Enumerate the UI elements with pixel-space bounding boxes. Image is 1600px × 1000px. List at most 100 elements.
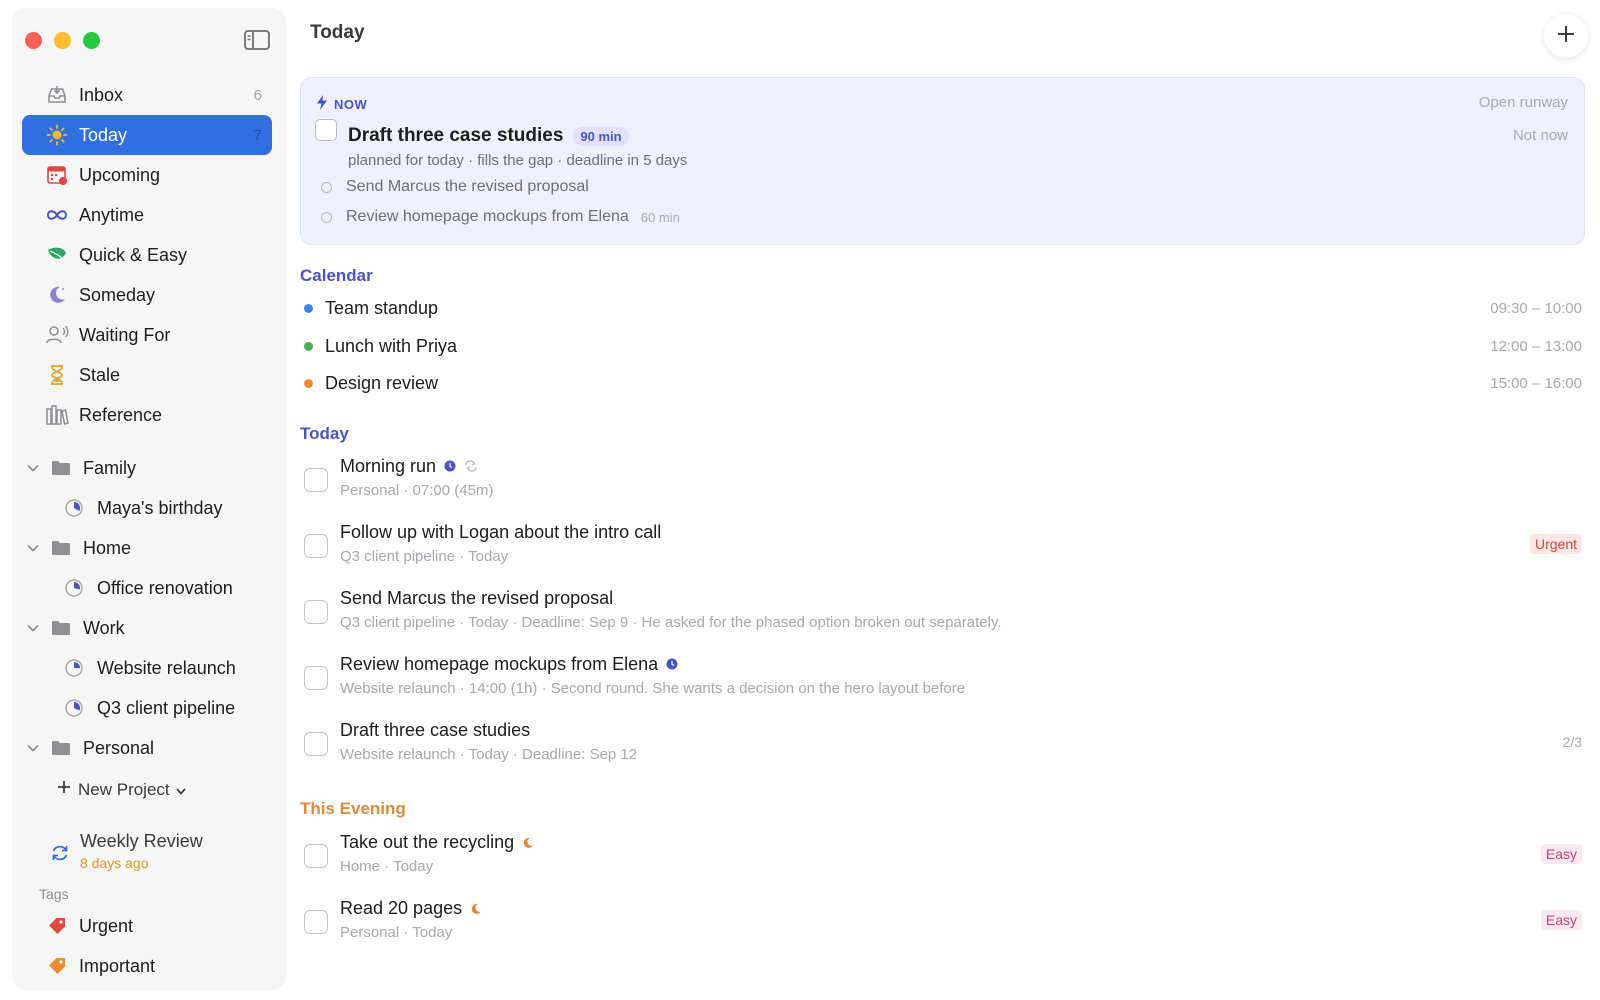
zoom-window-button[interactable]: [83, 32, 100, 49]
now-subtask[interactable]: Send Marcus the revised proposal: [321, 178, 589, 196]
now-task-meta: planned for today · fills the gap · dead…: [348, 152, 688, 169]
moon-icon: [44, 282, 70, 308]
hourglass-icon: [44, 362, 70, 388]
sidebar-item-label: Inbox: [79, 84, 124, 105]
now-task-title[interactable]: Draft three case studies 90 min: [348, 125, 629, 147]
task-row[interactable]: Take out the recycling Home · Today Easy: [304, 832, 1582, 892]
sidebar-toggle-icon[interactable]: [244, 30, 270, 50]
now-task-checkbox[interactable]: [315, 119, 337, 141]
sidebar-item-someday[interactable]: Someday: [22, 275, 272, 315]
project-office-renovation[interactable]: Office renovation: [22, 568, 272, 608]
folder-icon: [48, 460, 74, 476]
tags-list: Urgent Important: [22, 906, 272, 986]
event-color-dot: [304, 379, 313, 388]
project-label: Maya's birthday: [97, 497, 223, 518]
area-label: Personal: [83, 737, 155, 758]
project-website-relaunch[interactable]: Website relaunch: [22, 648, 272, 688]
close-window-button[interactable]: [25, 32, 42, 49]
chevron-down-icon[interactable]: [22, 744, 44, 752]
sidebar-item-label: Stale: [79, 364, 121, 385]
task-checkbox[interactable]: [304, 844, 328, 868]
task-row[interactable]: Follow up with Logan about the intro cal…: [304, 522, 1582, 582]
sun-icon: [44, 122, 70, 148]
task-title: Follow up with Logan about the intro cal…: [340, 522, 662, 542]
plus-icon: [56, 779, 72, 800]
area-home[interactable]: Home: [22, 528, 272, 568]
new-project-button[interactable]: New Project: [56, 779, 186, 800]
project-label: Q3 client pipeline: [97, 697, 236, 718]
books-icon: [44, 402, 70, 428]
progress-pie-icon: [62, 578, 86, 598]
sidebar-item-label: Anytime: [79, 204, 145, 225]
person-icon: [44, 322, 70, 348]
sidebar-item-today[interactable]: Today 7: [22, 115, 272, 155]
task-checkbox[interactable]: [304, 534, 328, 558]
chevron-down-icon[interactable]: [22, 544, 44, 552]
tag-important[interactable]: Important: [22, 946, 272, 986]
task-checkbox[interactable]: [304, 600, 328, 624]
chevron-down-icon[interactable]: [22, 624, 44, 632]
sidebar-nav: Inbox 6 Today 7 Upcoming Anytime Quick &…: [22, 75, 272, 435]
not-now-button[interactable]: Not now: [1513, 127, 1568, 144]
task-row[interactable]: Read 20 pages Personal · Today Easy: [304, 898, 1582, 958]
moon-icon: [470, 903, 482, 915]
event-label: Team standup: [325, 298, 439, 318]
tag-label: Important: [79, 955, 156, 976]
sidebar-item-stale[interactable]: Stale: [22, 355, 272, 395]
calendar-event[interactable]: Team standup 09:30 – 10:00: [304, 298, 1582, 319]
duration-pill: 90 min: [573, 126, 629, 146]
now-card: NOW Open runway Not now Draft three case…: [300, 77, 1585, 245]
area-personal[interactable]: Personal: [22, 728, 272, 768]
sidebar: Inbox 6 Today 7 Upcoming Anytime Quick &…: [12, 8, 286, 990]
sidebar-item-anytime[interactable]: Anytime: [22, 195, 272, 235]
now-subtask[interactable]: Review homepage mockups from Elena 60 mi…: [321, 208, 680, 226]
task-checkbox[interactable]: [304, 732, 328, 756]
calendar-heading: Calendar: [300, 266, 373, 285]
tag-icon: [44, 953, 70, 979]
easy-tag-badge: Easy: [1540, 910, 1582, 930]
progress-pie-icon: [62, 498, 86, 518]
task-meta: Personal · 07:00 (45m): [340, 482, 494, 499]
weekly-review-title: Weekly Review: [80, 831, 203, 851]
sidebar-item-upcoming[interactable]: Upcoming: [22, 155, 272, 195]
radio-dot[interactable]: [321, 211, 332, 223]
task-meta: Q3 client pipeline · Today: [340, 548, 509, 565]
area-family[interactable]: Family: [22, 448, 272, 488]
task-title: Draft three case studies: [340, 720, 531, 740]
task-row[interactable]: Morning run Personal · 07:00 (45m): [304, 456, 1582, 516]
weekly-review-item[interactable]: Weekly Review 8 days ago: [50, 831, 203, 871]
radio-dot[interactable]: [321, 181, 332, 193]
count-badge: 6: [253, 86, 262, 104]
sidebar-item-quick-easy[interactable]: Quick & Easy: [22, 235, 272, 275]
task-checkbox[interactable]: [304, 468, 328, 492]
event-time: 12:00 – 13:00: [1490, 338, 1582, 355]
sidebar-item-waiting-for[interactable]: Waiting For: [22, 315, 272, 355]
area-work[interactable]: Work: [22, 608, 272, 648]
leaf-icon: [44, 242, 70, 268]
open-runway-button[interactable]: Open runway: [1479, 94, 1568, 111]
tag-urgent[interactable]: Urgent: [22, 906, 272, 946]
page-title: Today: [310, 22, 365, 43]
sidebar-item-inbox[interactable]: Inbox 6: [22, 75, 272, 115]
task-checkbox[interactable]: [304, 910, 328, 934]
add-task-button[interactable]: [1544, 14, 1588, 58]
task-row[interactable]: Draft three case studies Website relaunc…: [304, 720, 1582, 780]
tag-label: Urgent: [79, 915, 134, 936]
task-row[interactable]: Send Marcus the revised proposal Q3 clie…: [304, 588, 1582, 648]
task-title: Morning run: [340, 456, 478, 477]
sidebar-item-reference[interactable]: Reference: [22, 395, 272, 435]
project-mayas-birthday[interactable]: Maya's birthday: [22, 488, 272, 528]
task-row[interactable]: Review homepage mockups from Elena Websi…: [304, 654, 1582, 714]
task-meta: Home · Today: [340, 858, 434, 875]
repeat-icon: [464, 456, 478, 477]
calendar-event[interactable]: Design review 15:00 – 16:00: [304, 373, 1582, 394]
project-q3-client-pipeline[interactable]: Q3 client pipeline: [22, 688, 272, 728]
calendar-icon: [44, 162, 70, 188]
minimize-window-button[interactable]: [54, 32, 71, 49]
calendar-event[interactable]: Lunch with Priya 12:00 – 13:00: [304, 336, 1582, 357]
chevron-down-icon[interactable]: [22, 464, 44, 472]
task-checkbox[interactable]: [304, 666, 328, 690]
area-label: Family: [83, 457, 136, 478]
event-color-dot: [304, 304, 313, 313]
today-heading: Today: [300, 424, 349, 443]
